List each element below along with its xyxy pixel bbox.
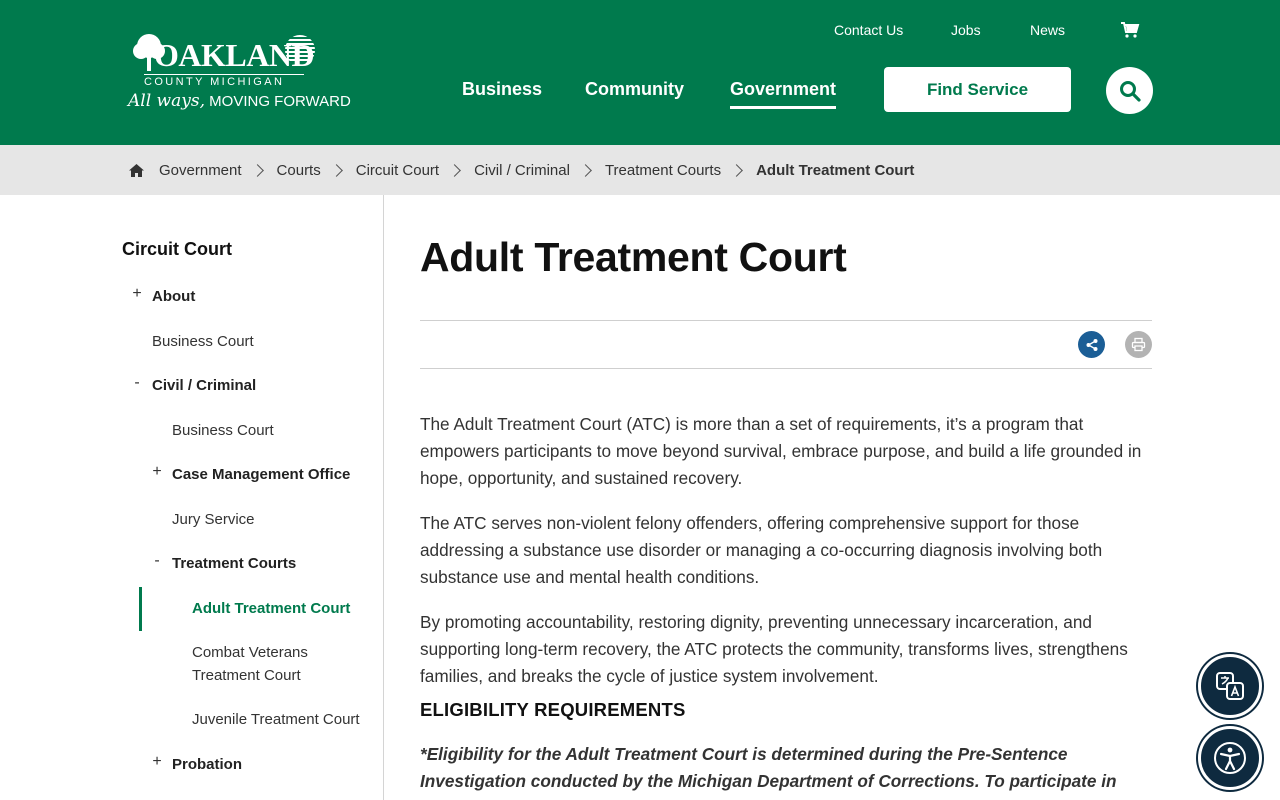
oakland-county-logo[interactable]: OAKLAND COUNTY MICHIGAN All ways, MOVING… bbox=[128, 30, 351, 116]
expand-icon[interactable]: + bbox=[151, 463, 163, 481]
sidebar-item-business-court-sub[interactable]: Business Court bbox=[172, 419, 274, 442]
page-title: Adult Treatment Court bbox=[420, 234, 847, 280]
jobs-link[interactable]: Jobs bbox=[951, 22, 981, 38]
intro-paragraph-3: By promoting accountability, restoring d… bbox=[420, 612, 1128, 686]
chevron-right-icon bbox=[730, 163, 743, 177]
sun-stripes-icon bbox=[284, 34, 316, 66]
search-icon bbox=[1119, 80, 1141, 102]
site-header: OAKLAND COUNTY MICHIGAN All ways, MOVING… bbox=[0, 0, 1280, 145]
news-link[interactable]: News bbox=[1030, 22, 1065, 38]
divider bbox=[420, 368, 1152, 369]
breadcrumb-circuit-court[interactable]: Circuit Court bbox=[356, 162, 439, 179]
accessibility-button[interactable] bbox=[1198, 726, 1262, 790]
find-service-button[interactable]: Find Service bbox=[884, 67, 1071, 112]
eligibility-note: *Eligibility for the Adult Treatment Cou… bbox=[420, 744, 1117, 791]
intro-paragraph-2: The ATC serves non-violent felony offend… bbox=[420, 513, 1103, 587]
sidebar-item-adult-treatment-court[interactable]: Adult Treatment Court bbox=[192, 597, 350, 620]
share-button[interactable] bbox=[1078, 331, 1105, 358]
sidebar-divider bbox=[383, 195, 384, 800]
breadcrumb-current: Adult Treatment Court bbox=[756, 161, 915, 179]
sidebar-item-business-court[interactable]: Business Court bbox=[152, 330, 254, 353]
nav-community[interactable]: Community bbox=[585, 79, 684, 100]
tagline-script: All ways, bbox=[128, 91, 205, 111]
breadcrumb-government[interactable]: Government bbox=[159, 162, 242, 179]
nav-government[interactable]: Government bbox=[730, 79, 837, 109]
sidebar-item-juvenile-treatment-court[interactable]: Juvenile Treatment Court bbox=[192, 708, 360, 731]
sidebar-item-about[interactable]: About bbox=[152, 285, 195, 308]
tagline-text: MOVING FORWARD bbox=[209, 93, 351, 110]
sidebar-item-jury-service[interactable]: Jury Service bbox=[172, 508, 255, 531]
chevron-right-icon bbox=[448, 163, 461, 177]
sidebar-item-treatment-courts[interactable]: Treatment Courts bbox=[172, 552, 296, 575]
cart-icon[interactable] bbox=[1120, 20, 1140, 40]
translate-icon bbox=[1216, 672, 1244, 700]
section-heading-eligibility: ELIGIBILITY REQUIREMENTS bbox=[420, 699, 686, 720]
translate-button[interactable] bbox=[1198, 654, 1262, 718]
chevron-right-icon bbox=[329, 163, 343, 177]
contact-us-link[interactable]: Contact Us bbox=[834, 22, 903, 38]
search-button[interactable] bbox=[1106, 67, 1153, 114]
breadcrumb-treatment-courts[interactable]: Treatment Courts bbox=[605, 162, 721, 179]
sidebar-item-case-management-office[interactable]: Case Management Office bbox=[172, 463, 350, 486]
divider bbox=[420, 320, 1152, 321]
sidebar-item-civil-criminal[interactable]: Civil / Criminal bbox=[152, 374, 256, 397]
breadcrumb-civil-criminal[interactable]: Civil / Criminal bbox=[474, 162, 570, 179]
breadcrumb-courts[interactable]: Courts bbox=[277, 162, 321, 179]
expand-icon[interactable]: + bbox=[151, 753, 163, 771]
logo-tagline: All ways, MOVING FORWARD bbox=[128, 91, 351, 111]
print-icon bbox=[1131, 337, 1146, 352]
expand-icon[interactable]: + bbox=[131, 285, 143, 303]
share-icon bbox=[1086, 338, 1097, 351]
chevron-right-icon bbox=[250, 163, 264, 177]
print-button[interactable] bbox=[1125, 331, 1152, 358]
chevron-right-icon bbox=[579, 163, 592, 177]
home-icon[interactable] bbox=[128, 162, 145, 179]
breadcrumb: Government Courts Circuit Court Civil / … bbox=[0, 145, 1280, 195]
intro-paragraph-1: The Adult Treatment Court (ATC) is more … bbox=[420, 414, 1142, 488]
accessibility-icon bbox=[1214, 742, 1246, 774]
collapse-icon[interactable]: - bbox=[131, 374, 143, 392]
sidebar-item-probation[interactable]: Probation bbox=[172, 753, 242, 776]
sidebar-title[interactable]: Circuit Court bbox=[122, 239, 232, 260]
nav-business[interactable]: Business bbox=[462, 79, 542, 100]
active-indicator bbox=[139, 587, 142, 631]
logo-county-text: COUNTY MICHIGAN bbox=[144, 74, 304, 88]
collapse-icon[interactable]: - bbox=[151, 552, 163, 570]
sidebar-item-combat-veterans-treatment-court[interactable]: Combat Veterans Treatment Court bbox=[192, 641, 342, 687]
